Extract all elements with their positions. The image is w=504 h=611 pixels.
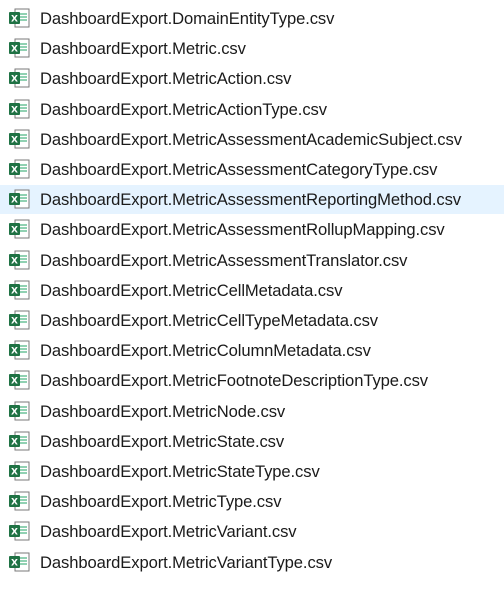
excel-csv-icon: X xyxy=(9,521,30,541)
file-row[interactable]: X DashboardExport.Metric.csv xyxy=(0,34,504,63)
file-row[interactable]: X DashboardExport.MetricType.csv xyxy=(0,487,504,516)
excel-csv-icon: X xyxy=(9,340,30,360)
file-name: DashboardExport.MetricAssessmentCategory… xyxy=(40,160,438,179)
svg-text:X: X xyxy=(11,196,18,206)
svg-text:X: X xyxy=(11,558,18,568)
file-row[interactable]: X DashboardExport.MetricStateType.csv xyxy=(0,457,504,486)
svg-text:X: X xyxy=(11,45,18,55)
svg-text:X: X xyxy=(11,528,18,538)
file-name: DashboardExport.MetricActionType.csv xyxy=(40,99,327,119)
svg-text:X: X xyxy=(11,15,18,25)
file-row[interactable]: X DashboardExport.MetricState.csv xyxy=(0,427,504,456)
file-name: DashboardExport.MetricColumnMetadata.csv xyxy=(40,341,371,361)
file-row[interactable]: X DashboardExport.MetricAssessmentAcadem… xyxy=(0,125,504,154)
file-row[interactable]: X DashboardExport.MetricColumnMetadata.c… xyxy=(0,336,504,365)
excel-csv-icon: X xyxy=(9,38,30,58)
excel-csv-icon: X xyxy=(9,280,30,300)
file-name: DashboardExport.MetricAssessmentReportin… xyxy=(40,190,461,210)
file-row[interactable]: X DashboardExport.MetricNode.csv xyxy=(0,397,504,426)
file-name: DashboardExport.MetricType.csv xyxy=(40,492,282,512)
excel-csv-icon: X xyxy=(9,552,30,572)
file-name: DashboardExport.MetricAssessmentAcademic… xyxy=(40,129,462,149)
excel-csv-icon: X xyxy=(9,401,30,421)
excel-csv-icon: X xyxy=(9,68,30,88)
file-name: DashboardExport.MetricCellTypeMetadata.c… xyxy=(40,311,378,330)
file-row[interactable]: X DashboardExport.MetricAssessmentTransl… xyxy=(0,246,504,275)
svg-text:X: X xyxy=(11,226,18,236)
file-name: DashboardExport.DomainEntityType.csv xyxy=(40,9,335,28)
svg-text:X: X xyxy=(11,468,18,478)
svg-text:X: X xyxy=(11,498,18,508)
file-row[interactable]: X DashboardExport.MetricVariant.csv xyxy=(0,517,504,546)
file-name: DashboardExport.MetricState.csv xyxy=(40,431,285,451)
svg-text:X: X xyxy=(11,377,18,387)
file-name: DashboardExport.Metric.csv xyxy=(40,39,246,59)
excel-csv-icon: X xyxy=(9,491,30,511)
svg-text:X: X xyxy=(11,286,18,296)
excel-csv-icon: X xyxy=(9,159,30,179)
file-row[interactable]: X DashboardExport.DomainEntityType.csv xyxy=(0,4,504,33)
excel-csv-icon: X xyxy=(9,8,30,28)
file-name: DashboardExport.MetricAssessmentRollupMa… xyxy=(40,220,445,240)
excel-csv-icon: X xyxy=(9,250,30,270)
svg-text:X: X xyxy=(11,437,18,447)
svg-text:X: X xyxy=(11,317,18,327)
file-row-hovered[interactable]: X DashboardExport.MetricAssessmentReport… xyxy=(0,185,504,215)
excel-csv-icon: X xyxy=(9,99,30,119)
file-row[interactable]: X DashboardExport.MetricAction.csv xyxy=(0,64,504,93)
file-name: DashboardExport.MetricVariantType.csv xyxy=(40,552,333,572)
file-list: X DashboardExport.DomainEntityType.csv X… xyxy=(0,0,504,611)
excel-csv-icon: X xyxy=(9,461,30,481)
file-name: DashboardExport.MetricNode.csv xyxy=(40,401,286,421)
svg-text:X: X xyxy=(11,256,18,266)
svg-text:X: X xyxy=(11,166,18,176)
svg-text:X: X xyxy=(11,347,18,357)
file-name: DashboardExport.MetricStateType.csv xyxy=(40,462,320,481)
excel-csv-icon: X xyxy=(9,129,30,149)
excel-csv-icon: X xyxy=(9,431,30,451)
file-row[interactable]: X DashboardExport.MetricCellTypeMetadata… xyxy=(0,306,504,335)
file-row[interactable]: X DashboardExport.MetricAssessmentRollup… xyxy=(0,215,504,244)
excel-csv-icon: X xyxy=(9,310,30,330)
file-row[interactable]: X DashboardExport.MetricCellMetadata.csv xyxy=(0,276,504,305)
file-row[interactable]: X DashboardExport.MetricAssessmentCatego… xyxy=(0,155,504,184)
file-name: DashboardExport.MetricFootnoteDescriptio… xyxy=(40,371,428,391)
excel-csv-icon: X xyxy=(9,189,30,209)
svg-text:X: X xyxy=(11,407,18,417)
file-name: DashboardExport.MetricVariant.csv xyxy=(40,522,297,542)
svg-text:X: X xyxy=(11,105,18,115)
svg-text:X: X xyxy=(11,75,18,85)
file-name: DashboardExport.MetricCellMetadata.csv xyxy=(40,280,343,300)
excel-csv-icon: X xyxy=(9,219,30,239)
svg-text:X: X xyxy=(11,135,18,145)
file-row[interactable]: X DashboardExport.MetricActionType.csv xyxy=(0,95,504,124)
file-name: DashboardExport.MetricAssessmentTranslat… xyxy=(40,250,408,270)
file-name: DashboardExport.MetricAction.csv xyxy=(40,69,292,89)
file-row[interactable]: X DashboardExport.MetricVariantType.csv xyxy=(0,548,504,577)
excel-csv-icon: X xyxy=(9,370,30,390)
file-row[interactable]: X DashboardExport.MetricFootnoteDescript… xyxy=(0,366,504,395)
